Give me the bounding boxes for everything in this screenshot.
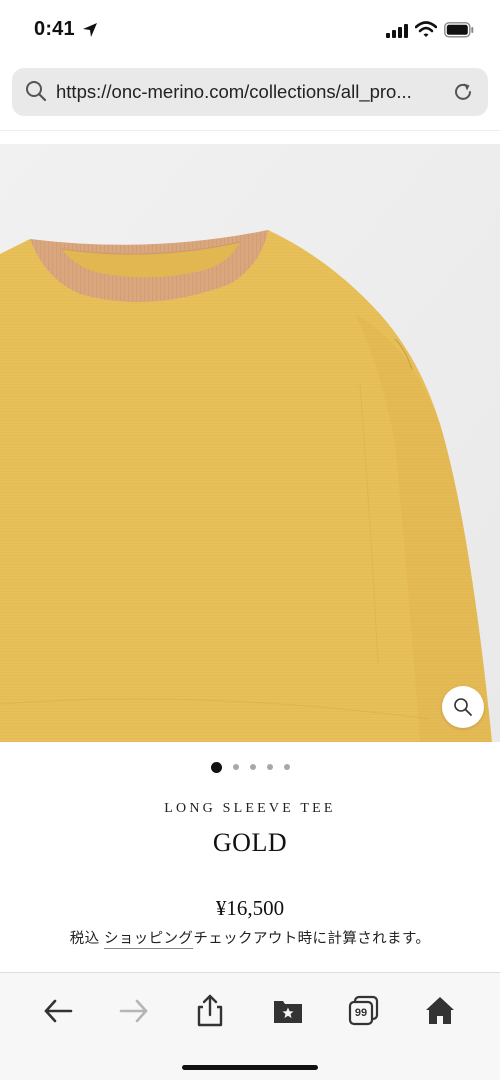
- product-image[interactable]: [0, 144, 500, 742]
- tab-count: 99: [354, 1007, 368, 1019]
- forward-arrow-icon: [119, 999, 148, 1023]
- tax-prefix: 税込: [69, 931, 104, 947]
- bookmarks-button[interactable]: [268, 991, 308, 1031]
- carousel-dots: [0, 760, 500, 774]
- product-price: ¥16,500: [215, 896, 285, 920]
- cellular-signal-icon: [386, 24, 408, 43]
- carousel-dot[interactable]: [210, 761, 222, 773]
- location-arrow-icon: [82, 22, 98, 43]
- wifi-icon: [414, 21, 438, 43]
- carousel-dot[interactable]: [266, 764, 273, 770]
- home-indicator: [182, 1065, 318, 1070]
- carousel-dot[interactable]: [232, 764, 239, 770]
- share-icon: [197, 994, 223, 1027]
- status-bar: 0:41: [0, 0, 500, 62]
- page: 0:41 https://onc-merino.com/collections/…: [0, 0, 500, 1080]
- zoom-magnifier-icon: [454, 698, 472, 716]
- url-text[interactable]: https://onc-merino.com/collections/all_p…: [56, 81, 446, 103]
- browser-toolbar: 99: [0, 972, 500, 1080]
- forward-button[interactable]: [114, 991, 154, 1031]
- battery-icon: [444, 22, 474, 43]
- home-icon: [426, 997, 454, 1024]
- back-button[interactable]: [38, 991, 78, 1031]
- zoom-button[interactable]: [442, 686, 484, 728]
- search-icon: [25, 80, 47, 107]
- status-time: 0:41: [34, 18, 75, 40]
- url-divider: [0, 130, 500, 131]
- share-button[interactable]: [190, 991, 230, 1031]
- reload-icon[interactable]: [452, 81, 474, 108]
- tabs-button[interactable]: 99: [344, 991, 384, 1031]
- bookmarks-icon: [274, 1001, 302, 1023]
- shipping-link[interactable]: ショッピング: [103, 931, 194, 949]
- product-title: GOLD: [212, 828, 288, 857]
- carousel-dot[interactable]: [249, 764, 256, 770]
- back-arrow-icon: [44, 999, 73, 1023]
- tax-note: 税込 ショッピングチェックアウト時に計算されます。: [0, 927, 500, 949]
- carousel-dot[interactable]: [283, 764, 290, 770]
- home-button[interactable]: [420, 991, 460, 1031]
- address-bar[interactable]: https://onc-merino.com/collections/all_p…: [12, 68, 488, 116]
- tax-suffix: チェックアウト時に計算されます。: [193, 931, 431, 947]
- product-subtitle: LONG SLEEVE TEE: [164, 801, 336, 816]
